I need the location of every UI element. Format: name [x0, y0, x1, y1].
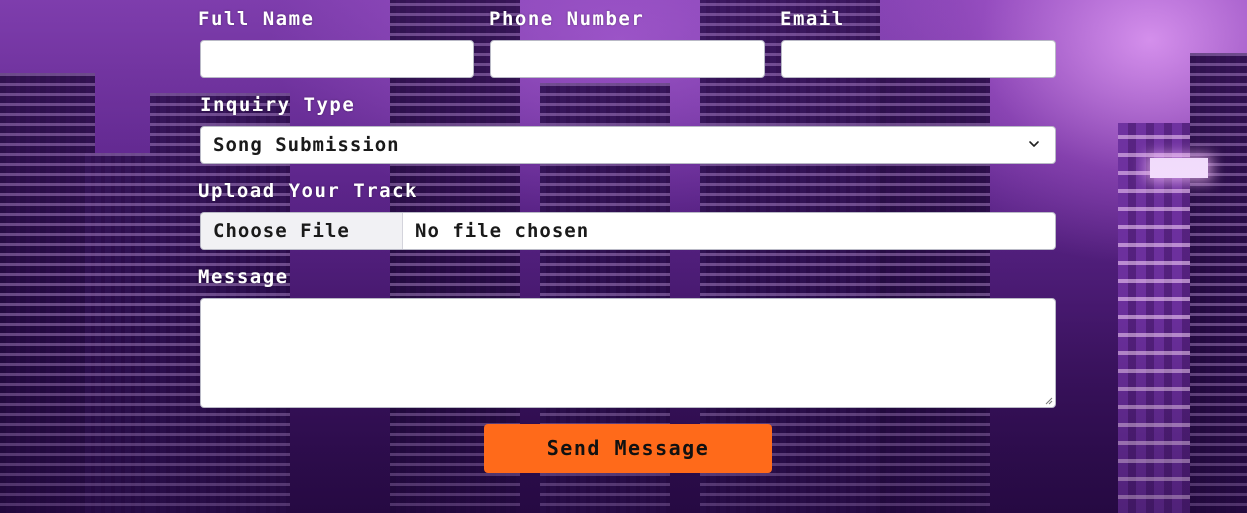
full-name-input[interactable] — [200, 40, 474, 78]
phone-number-label: Phone Number — [489, 8, 645, 30]
upload-track-label: Upload Your Track — [198, 180, 418, 202]
choose-file-button[interactable]: Choose File — [201, 213, 403, 249]
inquiry-type-label: Inquiry Type — [200, 94, 356, 116]
message-textarea[interactable] — [200, 298, 1056, 408]
choose-file-label: Choose File — [213, 220, 350, 242]
full-name-label: Full Name — [198, 8, 315, 30]
file-upload-input[interactable]: Choose File No file chosen — [200, 212, 1056, 250]
file-status-text: No file chosen — [415, 220, 590, 242]
chevron-down-icon — [1029, 141, 1039, 147]
inquiry-type-select[interactable]: Song Submission — [200, 126, 1056, 164]
resize-handle-icon[interactable] — [1043, 395, 1053, 405]
message-label: Message — [198, 266, 289, 288]
inquiry-type-selected-value: Song Submission — [213, 134, 400, 156]
send-message-label: Send Message — [546, 436, 710, 460]
phone-number-input[interactable] — [490, 40, 765, 78]
email-input[interactable] — [781, 40, 1056, 78]
send-message-button[interactable]: Send Message — [484, 424, 772, 473]
email-label: Email — [780, 8, 845, 30]
